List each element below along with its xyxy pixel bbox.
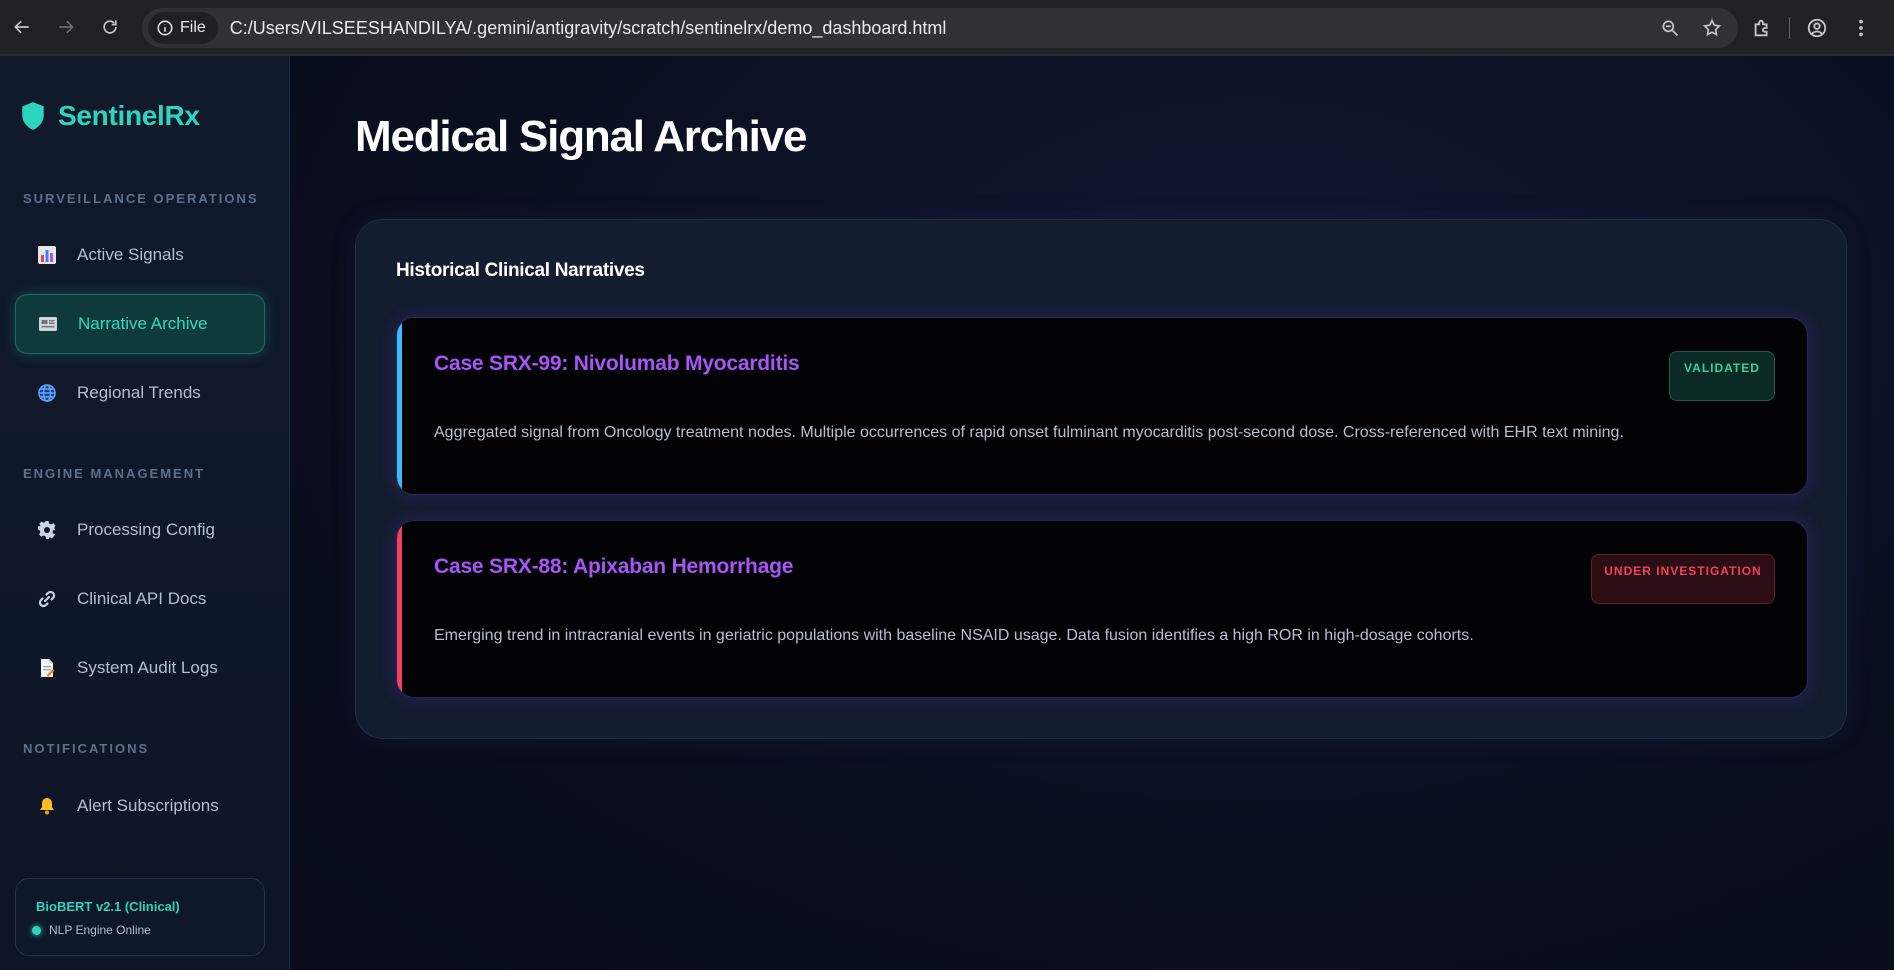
case-title: Case SRX-99: Nivolumab Myocarditis (434, 352, 800, 375)
sidebar-item-label: Narrative Archive (78, 314, 208, 333)
panel-title: Historical Clinical Narratives (396, 260, 645, 281)
address-bar[interactable]: File C:/Users/VILSEESHANDILYA/.gemini/an… (142, 8, 1738, 48)
zoom-icon[interactable] (1660, 18, 1680, 38)
bookmark-star-icon[interactable] (1702, 18, 1722, 38)
sidebar-item-narrative-archive[interactable]: Narrative Archive (15, 294, 265, 354)
sidebar-item-label: Processing Config (77, 520, 215, 539)
sidebar-item-active-signals[interactable]: Active Signals (15, 225, 265, 285)
sidebar: SentinelRx SURVEILLANCE OPERATIONS Activ… (0, 56, 290, 970)
case-description: Emerging trend in intracranial events in… (434, 627, 1474, 644)
engine-model-name: BioBERT v2.1 (Clinical) (36, 899, 180, 914)
extensions-button[interactable] (1745, 11, 1779, 45)
site-info-chip[interactable]: File (148, 12, 218, 44)
narratives-panel: Historical Clinical Narratives Case SRX-… (355, 219, 1847, 739)
shield-icon (22, 102, 44, 130)
sidebar-item-label: Clinical API Docs (77, 589, 207, 608)
sidebar-item-label: Active Signals (77, 245, 184, 264)
section-label-notifications: NOTIFICATIONS (23, 741, 150, 756)
case-accent-bar (397, 521, 402, 697)
profile-button[interactable] (1800, 11, 1834, 45)
section-label-engine: ENGINE MANAGEMENT (23, 466, 206, 481)
info-icon (157, 20, 173, 36)
sidebar-item-regional-trends[interactable]: Regional Trends (15, 363, 265, 423)
forward-button[interactable] (44, 0, 88, 55)
document-icon (37, 658, 57, 678)
toolbar-divider (1789, 17, 1790, 39)
section-label-surveillance: SURVEILLANCE OPERATIONS (23, 191, 259, 206)
url-text[interactable]: C:/Users/VILSEESHANDILYA/.gemini/antigra… (230, 18, 947, 39)
bar-chart-icon (37, 245, 57, 265)
case-title: Case SRX-88: Apixaban Hemorrhage (434, 555, 794, 578)
link-icon (37, 589, 57, 609)
globe-icon (37, 383, 57, 403)
back-button[interactable] (0, 0, 44, 55)
bell-icon (37, 796, 57, 816)
puzzle-icon (1754, 19, 1768, 37)
arrow-right-icon (59, 20, 74, 34)
reload-button[interactable] (88, 0, 132, 55)
sidebar-item-clinical-api-docs[interactable]: Clinical API Docs (15, 569, 265, 629)
sidebar-item-label: Alert Subscriptions (77, 796, 219, 815)
brand[interactable]: SentinelRx (20, 100, 200, 132)
sidebar-item-alert-subscriptions[interactable]: Alert Subscriptions (15, 776, 265, 836)
case-card-srx-99[interactable]: Case SRX-99: Nivolumab Myocarditis VALID… (396, 317, 1808, 495)
engine-status-card: BioBERT v2.1 (Clinical) NLP Engine Onlin… (15, 878, 265, 956)
sidebar-item-processing-config[interactable]: Processing Config (15, 500, 265, 560)
newspaper-icon (38, 314, 58, 334)
main-content: Medical Signal Archive Historical Clinic… (291, 56, 1894, 970)
kebab-menu-icon (1859, 19, 1863, 37)
site-chip-label: File (180, 19, 206, 36)
sidebar-item-label: System Audit Logs (77, 658, 218, 677)
case-accent-bar (397, 318, 402, 494)
status-badge: VALIDATED (1669, 351, 1775, 401)
gear-icon (37, 520, 57, 540)
case-description: Aggregated signal from Oncology treatmen… (434, 424, 1624, 441)
engine-status: NLP Engine Online (32, 923, 151, 937)
online-status-dot-icon (32, 925, 41, 935)
case-card-srx-88[interactable]: Case SRX-88: Apixaban Hemorrhage UNDER I… (396, 520, 1808, 698)
browser-toolbar: File C:/Users/VILSEESHANDILYA/.gemini/an… (0, 0, 1894, 56)
page-title: Medical Signal Archive (355, 112, 807, 161)
sidebar-item-label: Regional Trends (77, 383, 201, 402)
brand-name: SentinelRx (58, 100, 200, 131)
engine-status-text: NLP Engine Online (49, 923, 151, 937)
sidebar-item-system-audit-logs[interactable]: System Audit Logs (15, 638, 265, 698)
reload-icon (103, 20, 117, 34)
profile-icon (1807, 18, 1827, 38)
arrow-left-icon (14, 20, 29, 34)
browser-menu-button[interactable] (1844, 11, 1878, 45)
status-badge: UNDER INVESTIGATION (1591, 554, 1775, 604)
